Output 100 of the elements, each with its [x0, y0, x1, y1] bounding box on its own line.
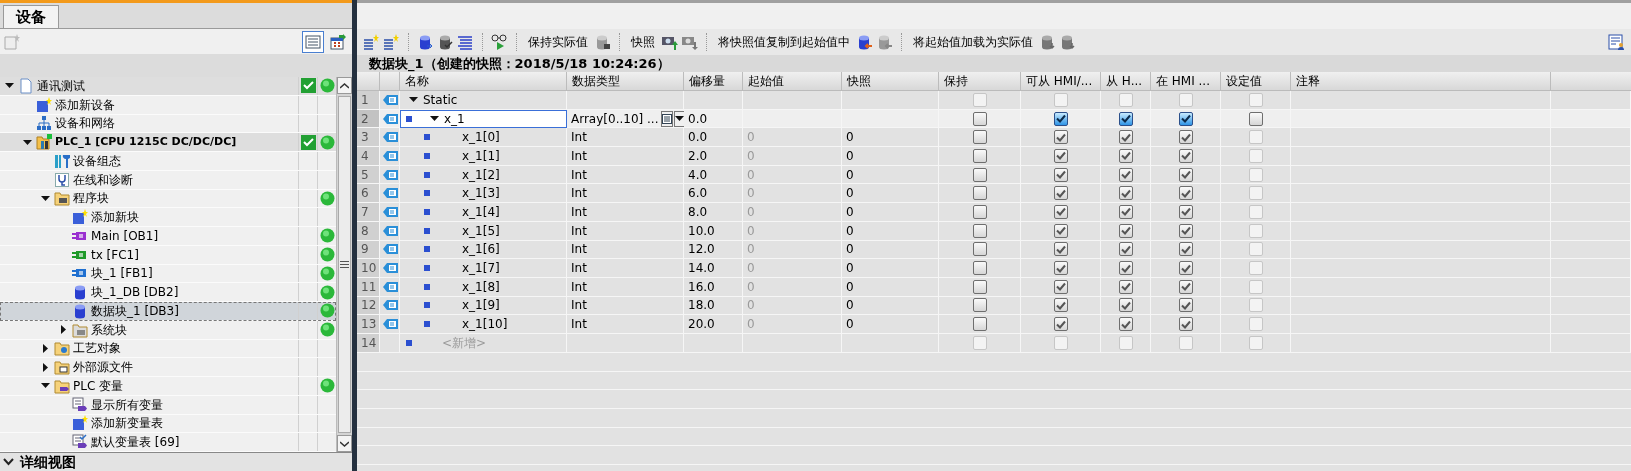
checkbox[interactable]: [1118, 167, 1133, 182]
tree-item[interactable]: 数据块_1 [DB3]: [91, 301, 179, 320]
name-cell[interactable]: x_1[10]: [400, 315, 567, 334]
column-header[interactable]: 在 HMI ...: [1151, 72, 1221, 90]
tree-item[interactable]: 块_1 [FB1]: [91, 264, 153, 283]
checkbox[interactable]: [1178, 242, 1193, 257]
column-header[interactable]: 起始值: [743, 72, 842, 90]
checkbox[interactable]: [1178, 186, 1193, 201]
tree-item[interactable]: 添加新设备: [55, 95, 115, 114]
tree-row[interactable]: 数据块_1 [DB3]: [0, 302, 336, 321]
column-header[interactable]: 偏移量: [684, 72, 743, 90]
expand-toggle[interactable]: [40, 381, 50, 391]
checkbox[interactable]: [1118, 242, 1133, 257]
checkbox[interactable]: [1118, 298, 1133, 313]
insert-row-icon[interactable]: [363, 33, 380, 51]
database-icon[interactable]: [1039, 33, 1056, 51]
checkbox[interactable]: [1118, 261, 1133, 276]
checkbox[interactable]: [1053, 111, 1068, 126]
checkbox[interactable]: [1178, 130, 1193, 145]
column-header[interactable]: 可从 HMI/...: [1021, 72, 1101, 90]
panel-tab[interactable]: 设备: [3, 5, 59, 28]
tree-item[interactable]: 外部源文件: [73, 358, 133, 377]
tree-item[interactable]: tx [FC1]: [91, 245, 139, 264]
type-cell[interactable]: Array[0..10] ...: [571, 109, 659, 128]
column-header[interactable]: 数据类型: [567, 72, 684, 90]
scrollbar-thumb[interactable]: [338, 96, 351, 433]
name-cell[interactable]: x_1[3]: [400, 184, 567, 204]
tree-item[interactable]: 添加新块: [91, 208, 139, 227]
name-cell[interactable]: x_1[0]: [400, 128, 567, 148]
checkbox[interactable]: [972, 242, 987, 257]
checkbox[interactable]: [1053, 261, 1068, 276]
checkbox[interactable]: [972, 317, 987, 332]
checkbox[interactable]: [1118, 317, 1133, 332]
checkbox[interactable]: [1178, 317, 1193, 332]
database-icon[interactable]: [1059, 33, 1076, 51]
checkbox[interactable]: [1178, 223, 1193, 238]
name-cell[interactable]: x_1[1]: [400, 147, 567, 166]
checkbox[interactable]: [1178, 148, 1193, 163]
column-header[interactable]: 设定值: [1221, 72, 1291, 90]
checkbox[interactable]: [1178, 279, 1193, 294]
database-icon[interactable]: [437, 33, 454, 51]
toolbar-button[interactable]: 快照: [628, 33, 658, 51]
row-number[interactable]: 6: [357, 184, 380, 204]
checkbox[interactable]: [1053, 148, 1068, 163]
column-header[interactable]: 注释: [1291, 72, 1551, 90]
checkbox[interactable]: [1118, 279, 1133, 294]
database-icon[interactable]: [856, 33, 873, 51]
row-number[interactable]: 1: [357, 91, 380, 110]
name-cell[interactable]: Static: [400, 91, 567, 110]
expand-toggle[interactable]: [58, 325, 68, 335]
checkbox[interactable]: [1178, 111, 1193, 126]
tree-item[interactable]: 设备和网络: [55, 114, 115, 133]
column-header[interactable]: 快照: [842, 72, 939, 90]
insert-row-icon[interactable]: [383, 33, 400, 51]
chevron-icon[interactable]: [3, 458, 14, 466]
tree-item[interactable]: 默认变量表 [69]: [91, 433, 180, 452]
checkbox[interactable]: [972, 298, 987, 313]
tree-item[interactable]: 系统块: [91, 320, 127, 339]
tree-item[interactable]: PLC 变量: [73, 376, 124, 395]
checkbox[interactable]: [972, 261, 987, 276]
database-lock-icon[interactable]: [594, 33, 611, 51]
list-button[interactable]: [661, 110, 674, 127]
tree-row[interactable]: PLC_1 [CPU 1215C DC/DC/DC]: [0, 133, 336, 152]
expand-toggle[interactable]: [40, 362, 50, 372]
checkbox[interactable]: [1053, 279, 1068, 294]
database-icon[interactable]: [417, 33, 434, 51]
tree-item[interactable]: Main [OB1]: [91, 226, 159, 245]
list-icon[interactable]: [457, 33, 474, 51]
row-number[interactable]: 7: [357, 203, 380, 222]
checkbox[interactable]: [1053, 130, 1068, 145]
column-header[interactable]: 保持: [939, 72, 1021, 90]
table-view-button[interactable]: [302, 30, 324, 53]
checkbox[interactable]: [972, 223, 987, 238]
scroll-down-button[interactable]: [337, 435, 352, 452]
checkbox[interactable]: [1118, 130, 1133, 145]
row-number[interactable]: 3: [357, 128, 380, 148]
table-settings-icon[interactable]: [1608, 33, 1625, 51]
name-cell[interactable]: x_1[7]: [400, 259, 567, 278]
checkbox[interactable]: [1248, 111, 1263, 126]
tree-item[interactable]: 通讯测试: [37, 76, 85, 95]
tree-item[interactable]: 设备组态: [73, 151, 121, 170]
checkbox[interactable]: [1053, 186, 1068, 201]
checkbox[interactable]: [1178, 167, 1193, 182]
column-header[interactable]: 从 H...: [1101, 72, 1151, 90]
checkbox[interactable]: [1053, 242, 1068, 257]
tree-item[interactable]: 块_1_DB [DB2]: [91, 283, 179, 302]
checkbox[interactable]: [1053, 298, 1068, 313]
checkbox[interactable]: [1118, 148, 1133, 163]
checkbox[interactable]: [1053, 317, 1068, 332]
toolbar-button[interactable]: 保持实际值: [525, 33, 591, 51]
expand-toggle[interactable]: [22, 137, 32, 147]
tree-item[interactable]: PLC_1 [CPU 1215C DC/DC/DC]: [55, 133, 237, 151]
expand-toggle[interactable]: [4, 81, 14, 91]
expand-toggle[interactable]: [40, 343, 50, 353]
checkbox[interactable]: [1118, 204, 1133, 219]
checkbox[interactable]: [1178, 204, 1193, 219]
checkbox[interactable]: [1178, 298, 1193, 313]
checkbox[interactable]: [1118, 186, 1133, 201]
checkbox[interactable]: [972, 167, 987, 182]
checkbox[interactable]: [972, 148, 987, 163]
